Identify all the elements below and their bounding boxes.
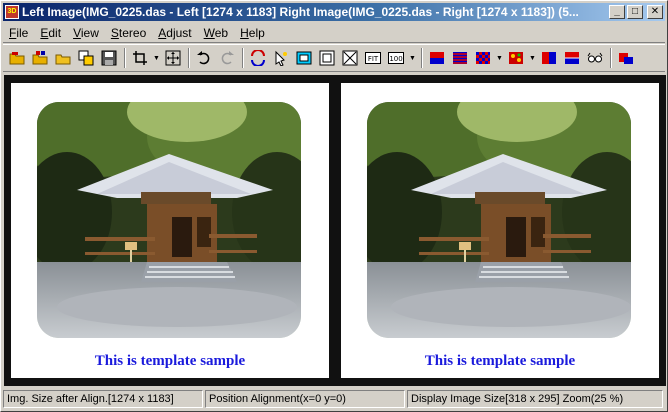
- color-stereo-icon[interactable]: [616, 48, 636, 68]
- move-icon[interactable]: [163, 48, 183, 68]
- crop-icon[interactable]: [130, 48, 150, 68]
- right-photo: [367, 102, 631, 338]
- menu-web-label: eb: [214, 25, 229, 40]
- menu-stereo-mnemonic: S: [110, 25, 119, 40]
- mosaic-icon[interactable]: [506, 48, 526, 68]
- toolbar-separator: [242, 48, 244, 68]
- open-file-icon[interactable]: [53, 48, 73, 68]
- right-caption: This is template sample: [424, 353, 576, 369]
- menu-adjust[interactable]: Adjust: [152, 26, 197, 40]
- redo-icon[interactable]: [217, 48, 237, 68]
- left-caption: This is template sample: [94, 353, 246, 369]
- toolbar-separator: [188, 48, 190, 68]
- minimize-button[interactable]: _: [609, 5, 625, 19]
- checkerboard-icon[interactable]: [473, 48, 493, 68]
- menu-web[interactable]: Web: [198, 26, 234, 40]
- mosaic-dropdown-icon[interactable]: ▼: [529, 55, 536, 62]
- menu-help[interactable]: Help: [234, 26, 271, 40]
- actual-size-icon[interactable]: 100: [386, 48, 406, 68]
- interlace-icon[interactable]: [450, 48, 470, 68]
- left-image-panel[interactable]: This is template sample: [11, 83, 329, 378]
- swap-icon[interactable]: [248, 48, 268, 68]
- full-frame-icon[interactable]: [340, 48, 360, 68]
- pattern-dropdown-icon[interactable]: ▼: [496, 55, 503, 62]
- maximize-button[interactable]: □: [627, 5, 643, 19]
- close-button[interactable]: ✕: [647, 5, 663, 19]
- overlap-icon[interactable]: [562, 48, 582, 68]
- menu-help-mnemonic: H: [240, 25, 249, 40]
- menu-view[interactable]: View: [67, 26, 105, 40]
- toolbar-separator: [124, 48, 126, 68]
- menu-help-label: elp: [248, 25, 265, 40]
- save-icon[interactable]: [99, 48, 119, 68]
- actual-size-label: 100: [389, 55, 402, 63]
- app-icon[interactable]: 3D: [5, 5, 19, 19]
- menu-stereo[interactable]: Stereo: [105, 26, 152, 40]
- undo-icon[interactable]: [194, 48, 214, 68]
- auto-align-icon[interactable]: [271, 48, 291, 68]
- crop-dropdown-icon[interactable]: ▼: [153, 55, 160, 62]
- open-folder-icon[interactable]: [7, 48, 27, 68]
- fit-icon[interactable]: FIT: [363, 48, 383, 68]
- status-position-alignment: Position Alignment(x=0 y=0): [205, 390, 405, 408]
- title-bar[interactable]: 3D Left Image(IMG_0225.das - Left [1274 …: [3, 3, 665, 21]
- view-glasses-icon[interactable]: [585, 48, 605, 68]
- fit-label: FIT: [368, 55, 379, 63]
- status-display-size: Display Image Size[318 x 295] Zoom(25 %): [407, 390, 663, 408]
- menu-file-label: ile: [16, 25, 29, 40]
- menu-view-label: iew: [80, 25, 99, 40]
- menu-edit[interactable]: Edit: [34, 26, 67, 40]
- anaglyph-red-blue-icon[interactable]: [427, 48, 447, 68]
- toolbar-separator: [421, 48, 423, 68]
- copy-window-icon[interactable]: [76, 48, 96, 68]
- side-by-side-icon[interactable]: [539, 48, 559, 68]
- menu-file[interactable]: File: [3, 26, 34, 40]
- open-pair-icon[interactable]: [30, 48, 50, 68]
- menu-web-mnemonic: W: [203, 25, 215, 40]
- stereo-view-area[interactable]: This is template sample This is template…: [4, 75, 666, 386]
- left-photo: [37, 102, 301, 338]
- status-bar: Img. Size after Align.[1274 x 1183] Posi…: [3, 390, 665, 410]
- menu-view-mnemonic: V: [73, 25, 81, 40]
- app-window: 3D Left Image(IMG_0225.das - Left [1274 …: [0, 0, 668, 412]
- toolbar-separator: [610, 48, 612, 68]
- window-frame-icon[interactable]: [317, 48, 337, 68]
- menu-stereo-label: tereo: [118, 25, 147, 40]
- zoom-dropdown-icon[interactable]: ▼: [409, 55, 416, 62]
- menu-adjust-label: djust: [166, 25, 192, 40]
- toolbar: ▼ FIT 100 ▼ ▼ ▼: [3, 44, 665, 72]
- right-image-panel[interactable]: This is template sample: [341, 83, 659, 378]
- status-size-after-align: Img. Size after Align.[1274 x 1183]: [3, 390, 203, 408]
- menu-edit-label: dit: [48, 25, 62, 40]
- menu-bar: File Edit View Stereo Adjust Web Help: [3, 23, 665, 43]
- fit-frame-icon[interactable]: [294, 48, 314, 68]
- window-title: Left Image(IMG_0225.das - Left [1274 x 1…: [22, 5, 579, 19]
